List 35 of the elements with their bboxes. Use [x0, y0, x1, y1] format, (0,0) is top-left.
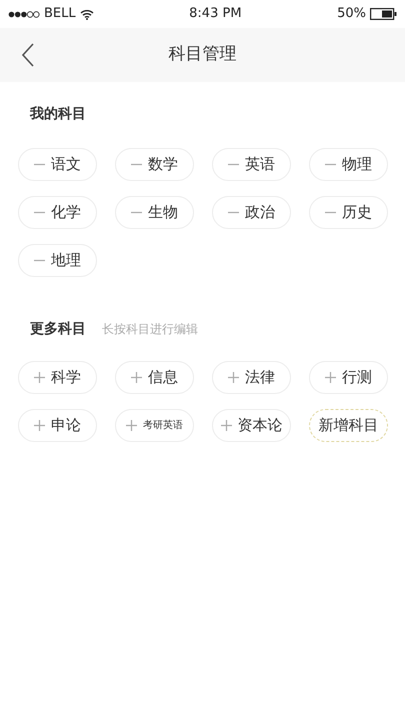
- section-title: 更多科目: [30, 320, 86, 339]
- plus-icon: [126, 420, 137, 431]
- wifi-icon: [80, 8, 94, 20]
- signal-icon: [8, 10, 40, 18]
- plus-icon: [34, 420, 45, 431]
- subject-chip[interactable]: 物理: [309, 148, 388, 181]
- subject-chip[interactable]: 申论: [18, 409, 97, 442]
- plus-icon: [34, 372, 45, 383]
- status-time: 8:43 PM: [189, 5, 242, 24]
- section-hint: 长按科目进行编辑: [102, 321, 198, 338]
- battery-percent: 50%: [337, 5, 366, 24]
- subject-chip[interactable]: 数学: [115, 148, 194, 181]
- plus-icon: [131, 372, 142, 383]
- section-title: 我的科目: [30, 105, 86, 124]
- add-subject-button[interactable]: 新增科目: [309, 409, 388, 442]
- subject-chip[interactable]: 考研英语: [115, 409, 194, 442]
- subject-chip[interactable]: 政治: [212, 196, 291, 229]
- subject-chip[interactable]: 资本论: [212, 409, 291, 442]
- page-title: 科目管理: [168, 43, 236, 66]
- subject-chip[interactable]: 地理: [18, 244, 97, 277]
- subject-chip[interactable]: 语文: [18, 148, 97, 181]
- plus-icon: [325, 372, 336, 383]
- subject-chip[interactable]: 信息: [115, 361, 194, 394]
- battery-icon: [370, 8, 397, 20]
- subject-chip[interactable]: 化学: [18, 196, 97, 229]
- back-button[interactable]: [22, 43, 34, 67]
- subject-chip[interactable]: 科学: [18, 361, 97, 394]
- subject-chip[interactable]: 历史: [309, 196, 388, 229]
- plus-icon: [220, 420, 232, 431]
- subject-chip[interactable]: 英语: [212, 148, 291, 181]
- subject-chip[interactable]: 生物: [115, 196, 194, 229]
- plus-icon: [228, 372, 239, 383]
- carrier-name: BELL: [44, 5, 76, 24]
- subject-chip[interactable]: 行测: [309, 361, 388, 394]
- subject-chip[interactable]: 法律: [212, 361, 291, 394]
